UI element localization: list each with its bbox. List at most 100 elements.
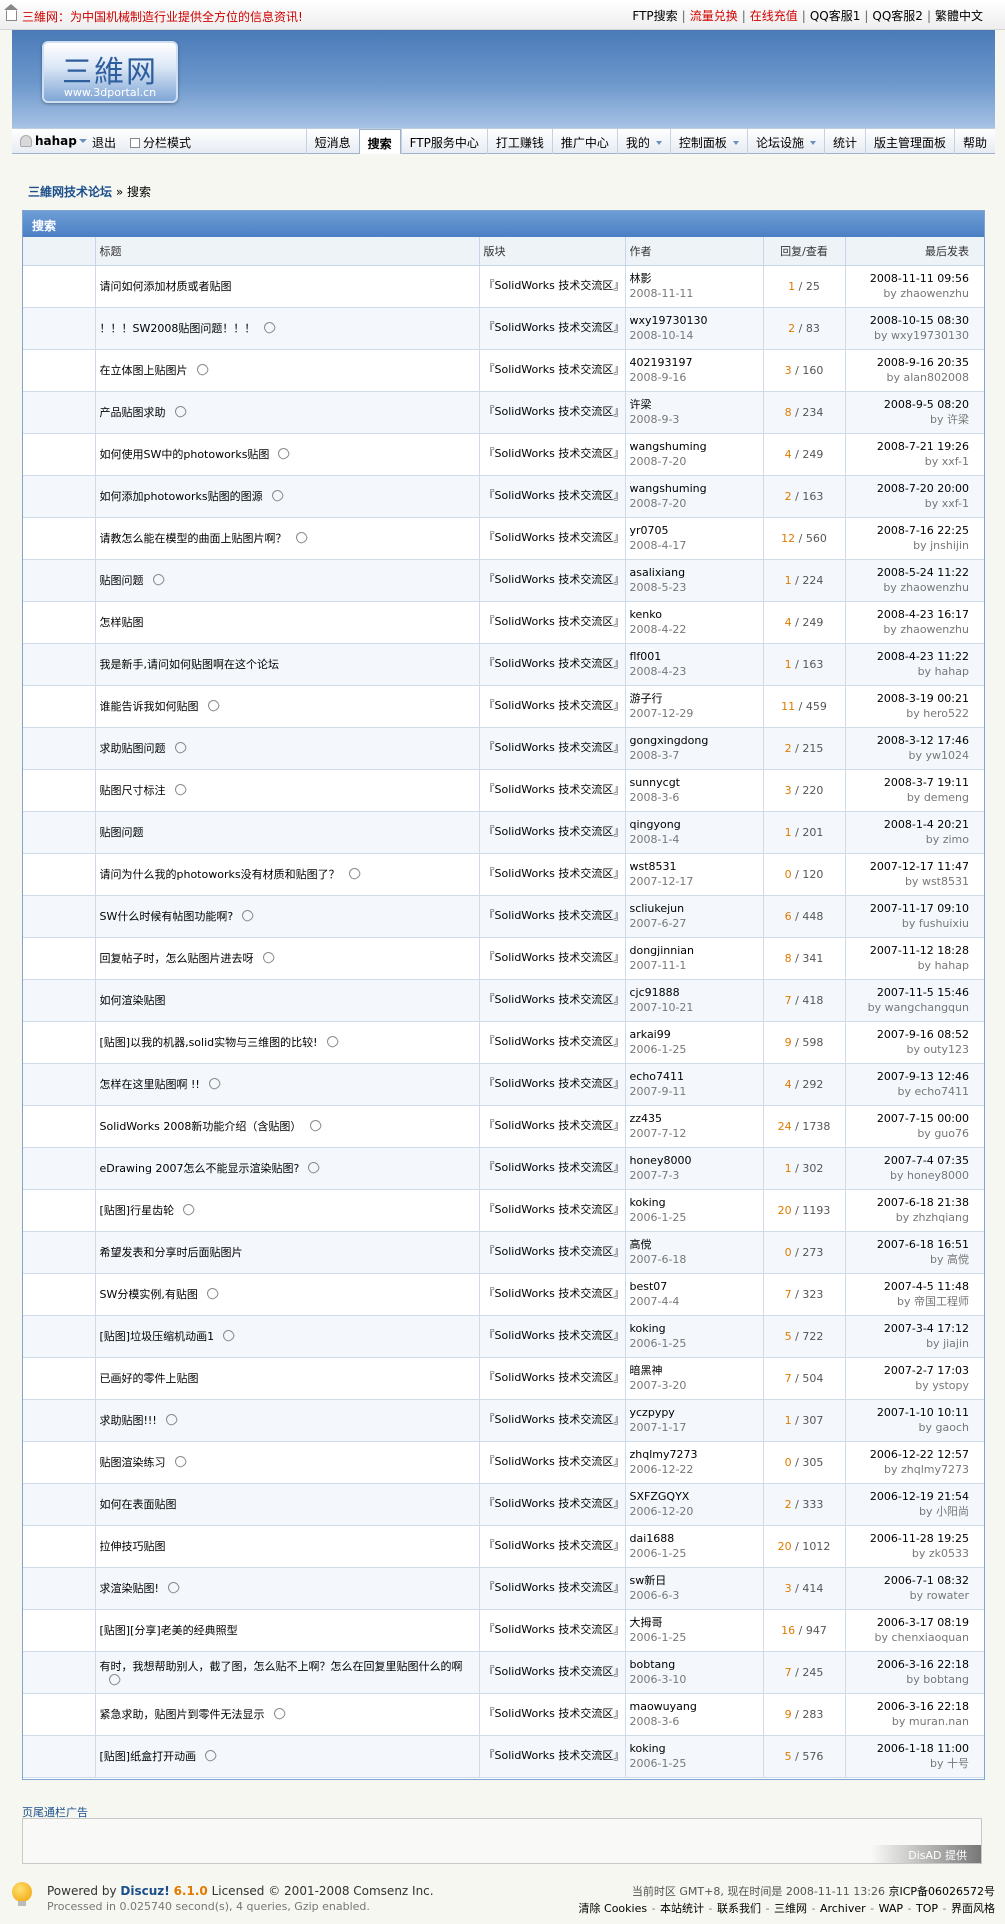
top-link[interactable]: FTP搜索 bbox=[632, 9, 677, 23]
lastpost-user-link[interactable]: 高傥 bbox=[947, 1253, 969, 1266]
forum-link[interactable]: 『SolidWorks 技术交流区』 bbox=[484, 447, 625, 460]
lastpost-user-link[interactable]: guo76 bbox=[934, 1127, 969, 1140]
author-link[interactable]: 大拇哥 bbox=[630, 1615, 759, 1630]
author-link[interactable]: flf001 bbox=[630, 649, 759, 664]
author-link[interactable]: cjc91888 bbox=[630, 985, 759, 1000]
forum-link[interactable]: 『SolidWorks 技术交流区』 bbox=[484, 1329, 625, 1342]
nav-item[interactable]: 帮助 bbox=[953, 129, 995, 154]
forum-link[interactable]: 『SolidWorks 技术交流区』 bbox=[484, 1455, 625, 1468]
author-link[interactable]: SXFZGQYX bbox=[630, 1489, 759, 1504]
forum-link[interactable]: 『SolidWorks 技术交流区』 bbox=[484, 573, 625, 586]
ad-provider-badge[interactable]: DisAD 提供 bbox=[871, 1845, 981, 1863]
site-logo[interactable]: 三維网 www.3dportal.cn bbox=[42, 41, 178, 103]
forum-link[interactable]: 『SolidWorks 技术交流区』 bbox=[484, 1371, 625, 1384]
thread-subject-link[interactable]: 回复帖子时，怎么贴图片进去呀 bbox=[100, 952, 254, 965]
forum-link[interactable]: 『SolidWorks 技术交流区』 bbox=[484, 825, 625, 838]
lastpost-time-link[interactable]: 2008-7-21 19:26 bbox=[850, 439, 969, 454]
thread-subject-link[interactable]: 请问为什么我的photoworks没有材质和贴图了？ bbox=[100, 868, 340, 881]
thread-subject-link[interactable]: 贴图问题 bbox=[100, 574, 144, 587]
thread-subject-link[interactable]: 如何使用SW中的photoworks贴图 bbox=[100, 448, 270, 461]
author-link[interactable]: bobtang bbox=[630, 1657, 759, 1672]
lastpost-time-link[interactable]: 2008-9-5 08:20 bbox=[850, 397, 969, 412]
top-link[interactable]: 在线充值 bbox=[750, 9, 798, 23]
lastpost-user-link[interactable]: zhqlmy7273 bbox=[901, 1463, 969, 1476]
nav-item[interactable]: 短消息 bbox=[305, 129, 359, 154]
forum-link[interactable]: 『SolidWorks 技术交流区』 bbox=[484, 1497, 625, 1510]
nav-item[interactable]: FTP服务中心 bbox=[400, 129, 487, 154]
lastpost-user-link[interactable]: yw1024 bbox=[925, 749, 969, 762]
author-link[interactable]: dongjinnian bbox=[630, 943, 759, 958]
author-link[interactable]: arkai99 bbox=[630, 1027, 759, 1042]
author-link[interactable]: koking bbox=[630, 1741, 759, 1756]
thread-subject-link[interactable]: 求助贴图!!! bbox=[100, 1414, 157, 1427]
lastpost-time-link[interactable]: 2008-11-11 09:56 bbox=[850, 271, 969, 286]
footer-link[interactable]: 联系我们 bbox=[717, 1902, 761, 1915]
thread-subject-link[interactable]: [贴图][分享]老美的经典照型 bbox=[100, 1624, 238, 1637]
thread-subject-link[interactable]: 拉伸技巧贴图 bbox=[100, 1540, 166, 1553]
lastpost-user-link[interactable]: hero522 bbox=[923, 707, 969, 720]
lastpost-user-link[interactable]: demeng bbox=[924, 791, 969, 804]
forum-link[interactable]: 『SolidWorks 技术交流区』 bbox=[484, 1077, 625, 1090]
author-link[interactable]: yczpypy bbox=[630, 1405, 759, 1420]
author-link[interactable]: wst8531 bbox=[630, 859, 759, 874]
forum-link[interactable]: 『SolidWorks 技术交流区』 bbox=[484, 279, 625, 292]
thread-subject-link[interactable]: 产品贴图求助 bbox=[100, 406, 166, 419]
lastpost-time-link[interactable]: 2006-11-28 19:25 bbox=[850, 1531, 969, 1546]
nav-item[interactable]: 推广中心 bbox=[551, 129, 617, 154]
nav-item[interactable]: 控制面板 bbox=[669, 129, 747, 154]
discuz-link[interactable]: Discuz! bbox=[120, 1884, 169, 1898]
nav-item[interactable]: 打工赚钱 bbox=[486, 129, 552, 154]
lastpost-time-link[interactable]: 2006-3-16 22:18 bbox=[850, 1699, 969, 1714]
thread-subject-link[interactable]: 在立体图上贴图片 bbox=[100, 364, 188, 377]
thread-subject-link[interactable]: 有时，我想帮助别人，截了图，怎么贴不上啊？怎么在回复里贴图什么的啊 bbox=[100, 1660, 463, 1673]
lastpost-time-link[interactable]: 2007-11-5 15:46 bbox=[850, 985, 969, 1000]
footer-link[interactable]: WAP bbox=[879, 1902, 903, 1915]
lastpost-user-link[interactable]: chenxiaoquan bbox=[892, 1631, 969, 1644]
lastpost-user-link[interactable]: jiajin bbox=[943, 1337, 969, 1350]
lastpost-user-link[interactable]: gaoch bbox=[936, 1421, 969, 1434]
lastpost-time-link[interactable]: 2007-9-13 12:46 bbox=[850, 1069, 969, 1084]
thread-subject-link[interactable]: 贴图尺寸标注 bbox=[100, 784, 166, 797]
lastpost-user-link[interactable]: zhaowenzhu bbox=[900, 581, 969, 594]
forum-link[interactable]: 『SolidWorks 技术交流区』 bbox=[484, 1245, 625, 1258]
lastpost-time-link[interactable]: 2007-6-18 21:38 bbox=[850, 1195, 969, 1210]
author-link[interactable]: zhqlmy7273 bbox=[630, 1447, 759, 1462]
lastpost-time-link[interactable]: 2008-5-24 11:22 bbox=[850, 565, 969, 580]
lastpost-user-link[interactable]: zhaowenzhu bbox=[900, 623, 969, 636]
author-link[interactable]: qingyong bbox=[630, 817, 759, 832]
lastpost-time-link[interactable]: 2007-11-12 18:28 bbox=[850, 943, 969, 958]
lastpost-user-link[interactable]: honey8000 bbox=[907, 1169, 969, 1182]
forum-link[interactable]: 『SolidWorks 技术交流区』 bbox=[484, 405, 625, 418]
thread-subject-link[interactable]: 求渲染贴图! bbox=[100, 1582, 159, 1595]
thread-subject-link[interactable]: SW分模实例,有贴图 bbox=[100, 1288, 198, 1301]
author-link[interactable]: sw新日 bbox=[630, 1573, 759, 1588]
forum-link[interactable]: 『SolidWorks 技术交流区』 bbox=[484, 783, 625, 796]
forum-link[interactable]: 『SolidWorks 技术交流区』 bbox=[484, 1287, 625, 1300]
forum-link[interactable]: 『SolidWorks 技术交流区』 bbox=[484, 909, 625, 922]
forum-link[interactable]: 『SolidWorks 技术交流区』 bbox=[484, 489, 625, 502]
checkbox-icon[interactable] bbox=[130, 138, 140, 148]
author-link[interactable]: 暗黑神 bbox=[630, 1363, 759, 1378]
lastpost-user-link[interactable]: zhzhqiang bbox=[913, 1211, 969, 1224]
author-link[interactable]: yr0705 bbox=[630, 523, 759, 538]
user-menu[interactable]: hahap bbox=[20, 134, 87, 148]
lastpost-user-link[interactable]: wxy19730130 bbox=[891, 329, 969, 342]
forum-link[interactable]: 『SolidWorks 技术交流区』 bbox=[484, 951, 625, 964]
forum-link[interactable]: 『SolidWorks 技术交流区』 bbox=[484, 1581, 625, 1594]
lastpost-user-link[interactable]: 小阳尚 bbox=[936, 1505, 969, 1518]
forum-link[interactable]: 『SolidWorks 技术交流区』 bbox=[484, 867, 625, 880]
lastpost-time-link[interactable]: 2006-1-18 11:00 bbox=[850, 1741, 969, 1756]
author-link[interactable]: 许梁 bbox=[630, 397, 759, 412]
lastpost-user-link[interactable]: xxf-1 bbox=[942, 455, 969, 468]
lastpost-user-link[interactable]: fushuixiu bbox=[919, 917, 969, 930]
thread-subject-link[interactable]: 如何在表面贴图 bbox=[100, 1498, 177, 1511]
nav-item[interactable]: 统计 bbox=[823, 129, 865, 154]
author-link[interactable]: scliukejun bbox=[630, 901, 759, 916]
author-link[interactable]: wangshuming bbox=[630, 481, 759, 496]
lastpost-user-link[interactable]: 帝国工程师 bbox=[914, 1295, 969, 1308]
lastpost-time-link[interactable]: 2008-4-23 11:22 bbox=[850, 649, 969, 664]
top-link[interactable]: QQ客服2 bbox=[872, 9, 923, 23]
footer-link[interactable]: TOP bbox=[916, 1902, 938, 1915]
lastpost-user-link[interactable]: echo7411 bbox=[914, 1085, 969, 1098]
author-link[interactable]: best07 bbox=[630, 1279, 759, 1294]
